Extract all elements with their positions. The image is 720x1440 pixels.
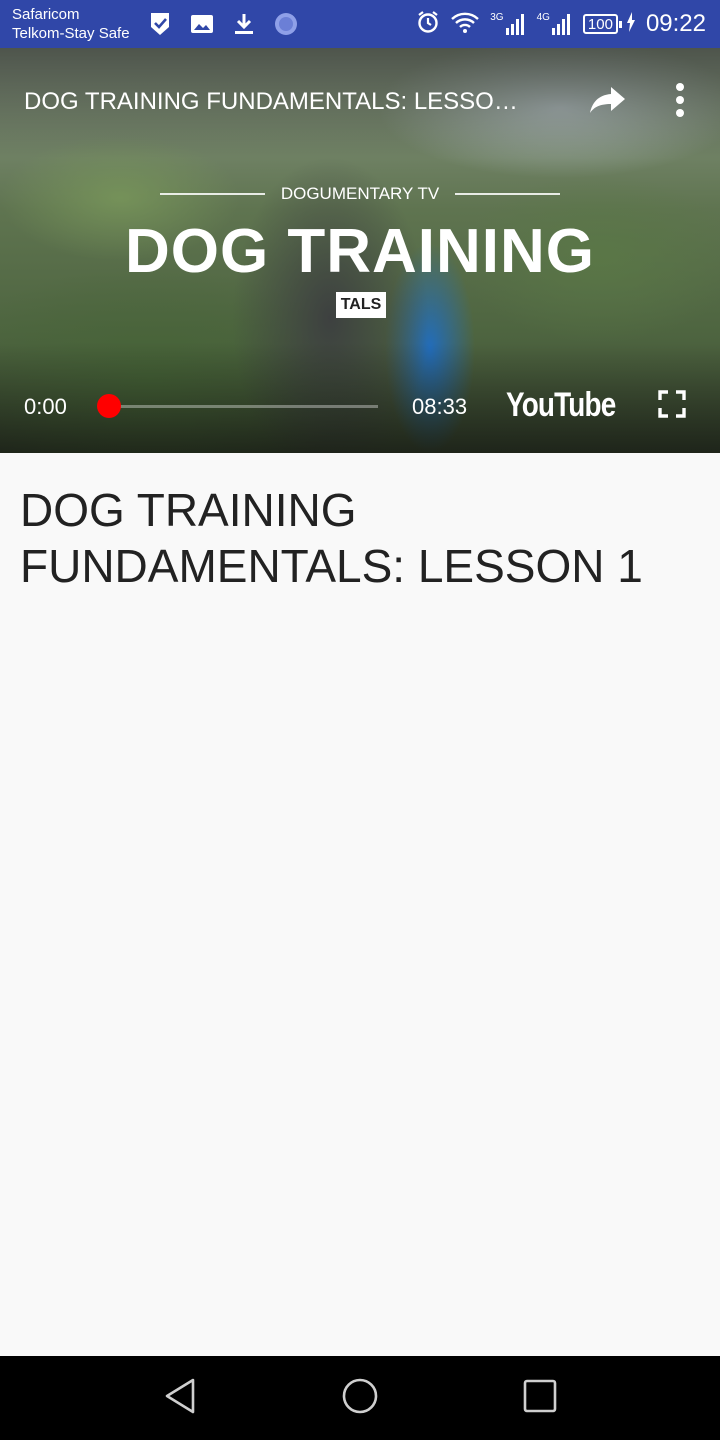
share-icon bbox=[589, 85, 627, 120]
carrier-info: Safaricom Telkom-Stay Safe bbox=[12, 5, 130, 43]
recents-button[interactable] bbox=[516, 1376, 564, 1420]
more-options-button[interactable] bbox=[662, 80, 698, 124]
alarm-icon bbox=[416, 10, 440, 39]
navigation-bar bbox=[0, 1356, 720, 1440]
fullscreen-icon bbox=[658, 389, 686, 423]
notification-icons bbox=[146, 10, 300, 38]
share-button[interactable] bbox=[586, 82, 630, 122]
carrier-name: Safaricom bbox=[12, 6, 80, 23]
total-duration: 08:33 bbox=[412, 394, 468, 419]
clock: 09:22 bbox=[645, 10, 706, 37]
video-overlay-brand: DOGUMENTARY TV bbox=[160, 184, 561, 204]
signal-icon: 4G bbox=[537, 12, 573, 36]
divider bbox=[160, 193, 265, 195]
video-title: DOG TRAINING FUNDAMENTALS: LESSO… bbox=[24, 88, 518, 115]
youtube-logo[interactable]: YouTube bbox=[506, 386, 616, 425]
divider bbox=[455, 193, 561, 195]
more-vert-icon bbox=[675, 82, 685, 122]
home-button[interactable] bbox=[336, 1376, 384, 1420]
download-icon bbox=[230, 10, 258, 38]
back-icon bbox=[163, 1377, 197, 1420]
seek-bar[interactable] bbox=[100, 405, 378, 408]
check-shield-icon bbox=[146, 10, 174, 38]
overlay-brand-text: DOGUMENTARY TV bbox=[280, 184, 440, 203]
battery-level: 100 bbox=[587, 15, 613, 33]
video-player[interactable]: DOG TRAINING FUNDAMENTALS: LESSO… DOGUME… bbox=[0, 48, 720, 453]
seek-thumb[interactable] bbox=[97, 394, 121, 418]
recents-icon bbox=[523, 1379, 557, 1418]
video-overlay-subtitle: TALS bbox=[336, 292, 386, 318]
network-type-4g: 4G bbox=[536, 12, 550, 23]
player-controls: 0:00 08:33 YouTube bbox=[0, 378, 720, 434]
fullscreen-button[interactable] bbox=[656, 389, 688, 423]
back-button[interactable] bbox=[156, 1376, 204, 1420]
current-time: 0:00 bbox=[24, 394, 67, 419]
carrier-secondary: Telkom-Stay Safe bbox=[12, 25, 130, 42]
status-bar: Safaricom Telkom-Stay Safe 3G 4G 100 09:… bbox=[0, 0, 720, 48]
network-type-3g: 3G bbox=[490, 12, 504, 23]
wifi-icon bbox=[450, 10, 480, 39]
battery-icon: 100 bbox=[582, 14, 622, 34]
image-icon bbox=[188, 10, 216, 38]
sync-circle-icon bbox=[272, 10, 300, 38]
video-overlay-headline: DOG TRAINING bbox=[124, 217, 596, 286]
charging-icon bbox=[626, 11, 636, 37]
home-icon bbox=[341, 1377, 379, 1420]
signal-icon: 3G bbox=[490, 12, 526, 36]
page-title: DOG TRAINING FUNDAMENTALS: LESSON 1 bbox=[20, 484, 643, 592]
system-status: 3G 4G 100 09:22 bbox=[416, 8, 706, 40]
